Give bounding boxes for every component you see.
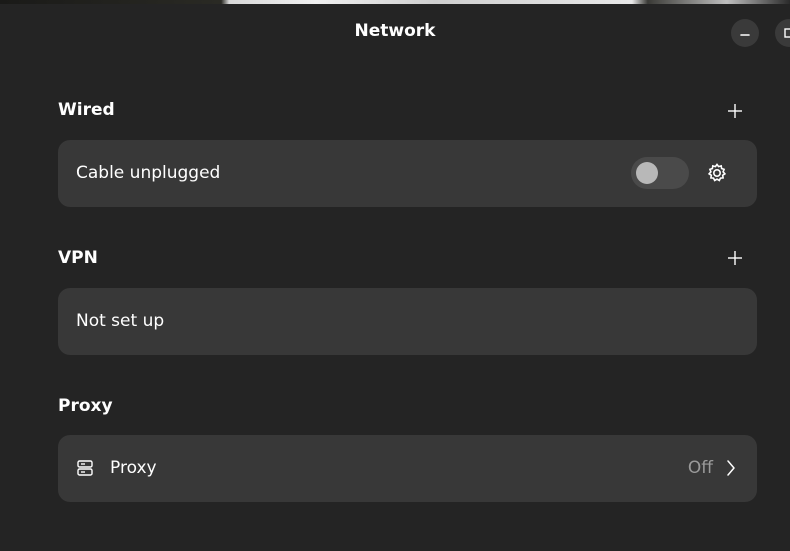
- network-settings-window: Network Wired Cable unplugged VPN Not se…: [0, 4, 790, 551]
- proxy-status: Off: [687, 458, 713, 478]
- proxy-row[interactable]: Proxy Off: [58, 435, 757, 502]
- plus-icon: [728, 104, 742, 118]
- wired-connection-row: Cable unplugged: [58, 140, 757, 207]
- proxy-label: Proxy: [110, 458, 157, 478]
- plus-icon: [728, 251, 742, 265]
- gear-icon: [707, 163, 727, 182]
- server-icon: [77, 460, 93, 476]
- maximize-button[interactable]: [775, 19, 790, 47]
- wired-status-label: Cable unplugged: [76, 163, 221, 183]
- add-vpn-button[interactable]: [722, 245, 748, 271]
- wired-toggle-switch[interactable]: [631, 157, 689, 189]
- minimize-button[interactable]: [731, 19, 759, 47]
- wired-section-title: Wired: [58, 100, 115, 120]
- wired-settings-button[interactable]: [704, 160, 730, 186]
- window-title: Network: [354, 21, 436, 41]
- vpn-row: Not set up: [58, 288, 757, 355]
- add-wired-connection-button[interactable]: [722, 98, 748, 124]
- vpn-section-title: VPN: [58, 248, 98, 268]
- maximize-icon: [784, 28, 790, 38]
- chevron-right-icon: [727, 460, 735, 476]
- proxy-section-title: Proxy: [58, 396, 113, 416]
- vpn-status-label: Not set up: [76, 311, 165, 331]
- toggle-knob: [636, 162, 658, 184]
- header-bar: Network: [0, 4, 790, 58]
- minimize-icon: [740, 34, 750, 36]
